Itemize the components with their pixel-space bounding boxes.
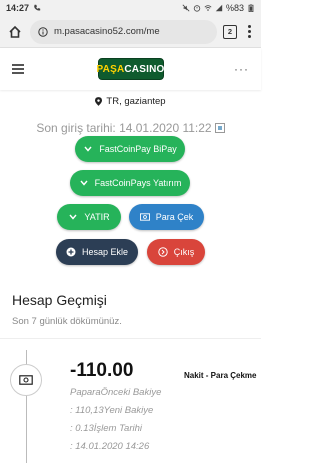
site-logo[interactable]: PAŞA CASINO	[96, 58, 165, 80]
transaction-icon	[10, 364, 42, 396]
battery-level: %83	[225, 3, 244, 13]
yatir-button[interactable]: YATIR	[57, 204, 121, 230]
fastcoinpays-yatirim-button[interactable]: FastCoinPays Yatırım	[70, 170, 190, 196]
transaction-detail-line: : 14.01.2020 14:26	[70, 441, 150, 452]
signal-icon	[215, 4, 223, 12]
site-header: PAŞA CASINO ···	[0, 48, 261, 90]
home-icon	[9, 25, 21, 38]
last-login: Son giriş tarihi: 14.01.2020 11:22	[0, 121, 261, 135]
fastcoinpays-yatirim-label: FastCoinPays Yatırım	[94, 178, 182, 188]
url-text: m.pasacasino52.com/me	[54, 26, 160, 37]
hesap-ekle-label: Hesap Ekle	[81, 247, 129, 257]
logo-text-casino: CASINO	[124, 63, 165, 75]
history-title: Hesap Geçmişi	[12, 292, 107, 308]
plus-circle-icon	[66, 247, 76, 257]
user-location: TR, gaziantep	[0, 96, 261, 107]
cikis-button[interactable]: Çıkış	[147, 239, 205, 265]
logo-text-pasa: PAŞA	[96, 63, 125, 75]
money-icon	[19, 375, 33, 385]
browser-toolbar: m.pasacasino52.com/me 2	[0, 16, 261, 48]
tab-switcher-button[interactable]: 2	[223, 24, 237, 39]
phone-icon	[34, 4, 41, 11]
map-pin-icon	[95, 97, 103, 106]
money-icon	[139, 212, 150, 222]
transaction-type: Nakit - Para Çekme	[184, 371, 257, 380]
para-cek-label: Para Çek	[155, 212, 194, 222]
transaction-detail-line: : 110,13Yeni Bakiye	[70, 405, 154, 416]
notification-icons	[33, 4, 41, 12]
more-options-icon[interactable]: ···	[234, 62, 249, 76]
last-login-text: Son giriş tarihi: 14.01.2020 11:22	[36, 121, 212, 135]
mute-icon	[182, 4, 190, 12]
chevron-down-icon	[83, 144, 93, 154]
history-subtitle: Son 7 günlük dökümünüz.	[12, 316, 122, 327]
system-icons: %83	[182, 3, 255, 13]
transaction-detail-line: : 0.13İşlem Tarihi	[70, 423, 142, 434]
clock: 14:27	[6, 3, 30, 13]
home-button[interactable]	[6, 23, 24, 41]
broken-image-icon	[214, 123, 225, 133]
yatir-label: YATIR	[84, 212, 110, 222]
battery-icon	[248, 4, 254, 12]
transaction-amount: -110.00	[70, 360, 134, 381]
alarm-icon	[193, 5, 201, 12]
wifi-icon	[204, 5, 212, 11]
address-bar[interactable]: m.pasacasino52.com/me	[30, 19, 217, 44]
chevron-down-icon	[79, 178, 89, 188]
browser-menu-button[interactable]	[243, 25, 255, 38]
logout-icon	[158, 247, 168, 257]
location-text: TR, gaziantep	[106, 96, 166, 107]
status-bar: 14:27 %83	[0, 0, 261, 16]
cikis-label: Çıkış	[173, 247, 195, 257]
hamburger-menu-icon[interactable]	[12, 64, 24, 74]
fastcoinpay-bipay-label: FastCoinPay BiPay	[99, 144, 177, 154]
fastcoinpay-bipay-button[interactable]: FastCoinPay BiPay	[75, 136, 185, 162]
transaction-detail-line: PaparaÖnceki Bakiye	[70, 387, 162, 398]
hesap-ekle-button[interactable]: Hesap Ekle	[56, 239, 138, 265]
divider	[0, 338, 261, 339]
chevron-down-icon	[68, 212, 78, 222]
info-icon[interactable]	[38, 26, 48, 37]
para-cek-button[interactable]: Para Çek	[129, 204, 204, 230]
